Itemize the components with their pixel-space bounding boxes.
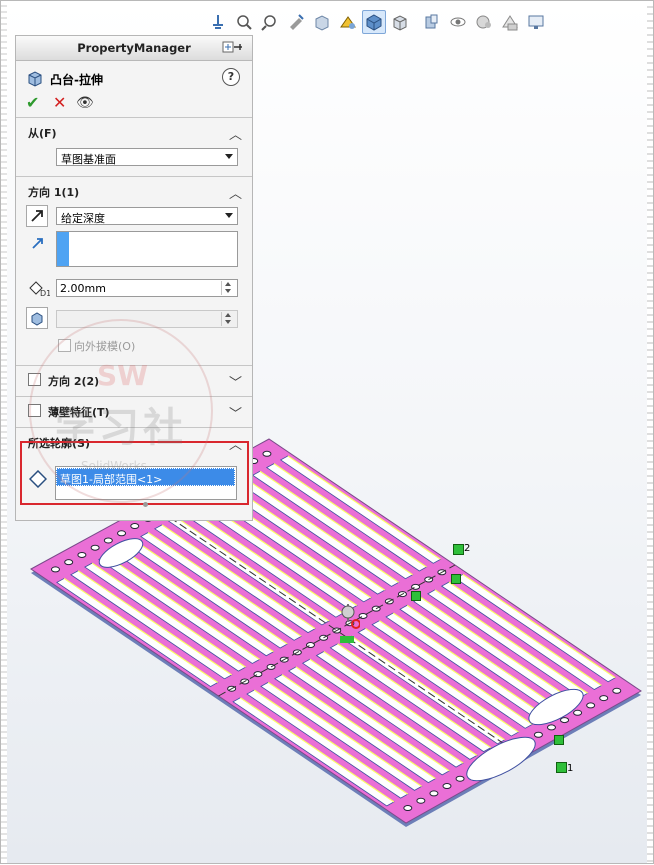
sketch-point-marker[interactable] <box>554 735 564 745</box>
mounting-hole <box>117 530 127 537</box>
isometric-view-icon[interactable] <box>362 10 386 34</box>
from-group-title: 从(F) <box>28 127 57 140</box>
property-manager-tab[interactable]: PropertyManager <box>16 36 252 61</box>
mounting-hole <box>64 559 74 566</box>
mounting-hole <box>429 790 439 797</box>
mounting-hole <box>103 537 113 544</box>
mounting-hole <box>455 775 465 782</box>
panel-resize-grip[interactable] <box>143 502 148 507</box>
dropdown-arrow-icon <box>225 154 233 159</box>
sketch-point-marker[interactable] <box>451 574 461 584</box>
view-orientation-icon[interactable] <box>206 10 230 34</box>
direction-vector-icon <box>30 235 46 254</box>
depth-icon: D1 <box>28 279 51 300</box>
pin-icon[interactable] <box>222 41 244 56</box>
sketch-point-marker[interactable] <box>411 591 421 601</box>
zoom-to-area-icon[interactable] <box>258 10 282 34</box>
start-condition-value: 草图基准面 <box>61 153 116 166</box>
section-view-icon[interactable] <box>310 10 334 34</box>
selection-color-swatch <box>57 232 69 266</box>
draft-toggle-icon[interactable] <box>26 307 48 329</box>
draft-angle-spinner[interactable] <box>221 312 236 326</box>
from-group-header[interactable]: 从(F) ︿ <box>16 118 252 144</box>
mounting-hole <box>599 695 609 702</box>
mounting-hole <box>403 805 413 812</box>
view-settings-icon[interactable] <box>336 10 360 34</box>
mounting-hole <box>50 566 60 573</box>
dropdown-arrow-icon <box>225 213 233 218</box>
depth-input[interactable]: 2.00mm <box>56 279 238 297</box>
mounting-hole <box>586 702 596 709</box>
collapse-chevron-icon[interactable]: ︿ <box>229 124 242 143</box>
watermark-subtext: SolidWorks <box>81 459 147 473</box>
mounting-hole <box>442 783 452 790</box>
reverse-direction-icon[interactable] <box>26 205 48 227</box>
feature-name: 凸台-拉伸 <box>50 73 103 87</box>
view-settings-2-icon[interactable] <box>498 10 522 34</box>
end-condition-value: 给定深度 <box>61 212 105 225</box>
panel-tab-title: PropertyManager <box>77 41 191 55</box>
start-condition-dropdown[interactable]: 草图基准面 <box>56 148 238 166</box>
direction1-group-header[interactable]: 方向 1(1) ︿ <box>16 177 252 203</box>
action-buttons: ✔ ✕ 👁 <box>16 93 252 117</box>
depth-spinner[interactable] <box>221 281 236 295</box>
from-group: 从(F) ︿ 草图基准面 <box>16 117 252 176</box>
boss-extrude-icon <box>26 69 44 90</box>
monitor-icon[interactable] <box>524 10 548 34</box>
watermark-logo: SW <box>97 359 149 392</box>
hide-show-items-icon[interactable] <box>420 10 444 34</box>
mounting-hole <box>130 523 140 530</box>
collapse-chevron-icon[interactable]: ︿ <box>229 183 242 202</box>
detailed-preview-button[interactable]: 👁 <box>76 93 94 113</box>
display-style-icon[interactable] <box>388 10 412 34</box>
direction1-group-title: 方向 1(1) <box>28 186 80 199</box>
sketch-point-marker-2[interactable] <box>453 544 464 555</box>
extrude-drag-handle[interactable] <box>336 604 361 649</box>
end-condition-dropdown[interactable]: 给定深度 <box>56 207 238 225</box>
previous-view-icon[interactable] <box>284 10 308 34</box>
mounting-hole <box>612 687 622 694</box>
zoom-to-fit-icon[interactable] <box>232 10 256 34</box>
help-button[interactable]: ? <box>222 68 240 86</box>
direction-vector-selection-box[interactable] <box>56 231 238 267</box>
depth-value: 2.00mm <box>60 282 106 295</box>
apply-scene-icon[interactable] <box>472 10 496 34</box>
cancel-button[interactable]: ✕ <box>53 93 66 113</box>
mounting-hole <box>262 450 272 457</box>
svg-text:D1: D1 <box>40 289 50 297</box>
expand-chevron-icon[interactable]: ﹀ <box>229 372 242 391</box>
mounting-hole <box>77 551 87 558</box>
graphics-area[interactable]: PropertyManager 凸台-拉伸 ? ✔ ✕ 👁 从(F) ︿ 草图基 <box>0 0 654 864</box>
sketch-point-marker-1[interactable] <box>556 762 567 773</box>
marker-1-label: 1 <box>567 763 574 774</box>
edit-appearance-icon[interactable] <box>446 10 470 34</box>
mounting-hole <box>416 797 426 804</box>
mounting-hole <box>546 724 556 731</box>
mounting-hole <box>90 544 100 551</box>
feature-header: 凸台-拉伸 ? <box>16 61 252 93</box>
heads-up-view-toolbar <box>206 9 548 35</box>
ok-button[interactable]: ✔ <box>26 93 39 113</box>
mounting-hole <box>560 717 570 724</box>
mounting-hole <box>533 731 543 738</box>
marker-2-label: 2 <box>464 543 471 554</box>
expand-chevron-icon[interactable]: ﹀ <box>229 403 242 422</box>
watermark-text: 学习社 <box>55 405 187 451</box>
mounting-hole <box>573 709 583 716</box>
